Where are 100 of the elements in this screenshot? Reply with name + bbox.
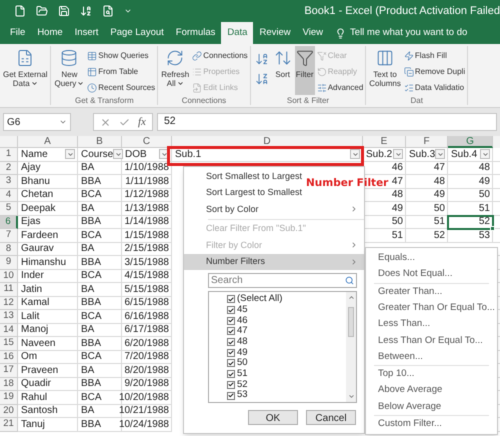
value-option[interactable]: 46	[227, 315, 346, 326]
dialog-button[interactable]: Cancel	[306, 410, 356, 425]
menu-item[interactable]: Number Filters	[184, 254, 364, 270]
row-header[interactable]: 4	[0, 188, 18, 202]
row-header[interactable]: 2	[0, 162, 18, 175]
ribbon-tab[interactable]: Insert	[68, 22, 104, 44]
caret-icon[interactable]	[124, 7, 132, 15]
row-header[interactable]: 21	[0, 418, 18, 432]
column-header[interactable]: B	[78, 136, 122, 148]
sort-descending-button[interactable]	[254, 72, 269, 86]
ribbon-tab[interactable]: Formulas	[170, 22, 222, 44]
ribbon-button[interactable]: Sort	[272, 46, 293, 95]
ribbon-button[interactable]: Filter	[294, 46, 315, 95]
filter-dropdown-button[interactable]	[65, 149, 75, 160]
row-header[interactable]: 5	[0, 202, 18, 216]
ribbon-button[interactable]: Show Queries	[87, 49, 156, 63]
value-option[interactable]: 47	[227, 326, 346, 337]
row-header[interactable]: 20	[0, 404, 18, 418]
filter-dropdown-button[interactable]	[435, 149, 446, 160]
ribbon-button[interactable]: From Table	[87, 65, 156, 79]
filter-dropdown-button[interactable]	[350, 149, 360, 160]
menu-item[interactable]: Greater Than Or Equal To...	[366, 300, 497, 316]
row-header[interactable]: 13	[0, 310, 18, 324]
row-header[interactable]: 10	[0, 270, 18, 283]
row-header[interactable]: 16	[0, 350, 18, 364]
dialog-button[interactable]: OK	[248, 410, 298, 425]
column-header[interactable]: C	[122, 136, 172, 148]
value-option[interactable]: 53	[227, 390, 346, 401]
column-header[interactable]: E	[363, 136, 406, 148]
row-header[interactable]: 17	[0, 364, 18, 378]
ribbon-tab[interactable]: Home	[31, 22, 69, 44]
menu-item[interactable]: Between...	[366, 348, 497, 366]
ribbon-button[interactable]: Remove Dupli	[404, 65, 466, 79]
search-icon[interactable]	[345, 276, 354, 285]
menu-item[interactable]: Sort by Color	[184, 201, 364, 218]
new-file-icon[interactable]	[14, 5, 26, 17]
menu-item[interactable]: Equals...	[366, 250, 497, 266]
row-header[interactable]: 15	[0, 337, 18, 350]
ribbon-button[interactable]: New Query	[53, 46, 86, 95]
filter-dropdown-button[interactable]	[393, 149, 403, 160]
ribbon-button[interactable]: Connections	[192, 49, 248, 63]
filter-dropdown-button[interactable]	[480, 149, 490, 160]
menu-item[interactable]: Below Average	[366, 398, 497, 415]
fill-handle[interactable]	[490, 226, 495, 231]
filter-dropdown-button[interactable]	[113, 149, 124, 160]
scroll-down-icon[interactable]	[348, 393, 354, 400]
column-header[interactable]: G	[448, 136, 493, 148]
sort-ascending-button[interactable]	[254, 52, 269, 66]
menu-item[interactable]: Does Not Equal...	[366, 266, 497, 283]
row-header[interactable]: 1	[0, 148, 18, 162]
menu-item[interactable]: Less Than...	[366, 316, 497, 332]
row-header[interactable]: 11	[0, 283, 18, 296]
menu-item[interactable]: Greater Than...	[366, 284, 497, 300]
ribbon-tab[interactable]: Review	[253, 22, 297, 44]
sort-icon[interactable]	[80, 5, 92, 17]
ribbon-button[interactable]: Text to Columns	[368, 46, 402, 95]
cancel-icon[interactable]	[100, 116, 111, 128]
insert-function-button[interactable]: fx	[138, 114, 146, 130]
name-box[interactable]: G6	[3, 113, 71, 131]
ribbon-button[interactable]: Refresh All	[160, 46, 190, 95]
ribbon-button[interactable]: Data Validatio	[404, 81, 466, 95]
value-option[interactable]: (Select All)	[227, 294, 346, 305]
ribbon-button[interactable]: Get External Data	[2, 46, 48, 105]
menu-item[interactable]: Above Average	[366, 382, 497, 399]
ribbon-tab[interactable]: Data	[221, 22, 254, 44]
tell-me-field[interactable]: Tell me what you want to do	[335, 22, 468, 44]
menu-item[interactable]: Top 10...	[366, 366, 497, 382]
menu-item[interactable]: Less Than Or Equal To...	[366, 332, 497, 349]
value-option[interactable]: 49	[227, 347, 346, 358]
row-header[interactable]: 9	[0, 256, 18, 270]
value-option[interactable]: 50	[227, 358, 346, 369]
row-header[interactable]: 19	[0, 391, 18, 404]
ribbon-tab[interactable]: Page Layout	[104, 22, 170, 44]
value-option[interactable]: 51	[227, 368, 346, 380]
row-header[interactable]: 14	[0, 324, 18, 337]
menu-item[interactable]: Sort Largest to Smallest	[184, 184, 308, 201]
open-folder-icon[interactable]	[36, 5, 48, 17]
value-option[interactable]: 48	[227, 336, 346, 348]
row-header[interactable]: 18	[0, 378, 18, 391]
row-header[interactable]: 3	[0, 175, 18, 188]
value-option[interactable]: 52	[227, 380, 346, 390]
save-icon[interactable]	[58, 5, 70, 17]
formula-field[interactable]: 52	[156, 113, 497, 131]
print-preview-icon[interactable]	[102, 5, 114, 17]
column-header[interactable]: D	[172, 136, 363, 148]
row-header[interactable]: 8	[0, 242, 18, 256]
ribbon-tab[interactable]: View	[296, 22, 330, 44]
value-option[interactable]: 45	[227, 304, 346, 316]
ribbon-tab[interactable]: File	[4, 22, 32, 44]
menu-item[interactable]: Sort Smallest to Largest	[184, 168, 308, 184]
scroll-up-icon[interactable]	[348, 294, 354, 301]
enter-icon[interactable]	[119, 116, 130, 128]
column-header[interactable]: A	[18, 136, 78, 148]
row-header[interactable]: 6	[0, 216, 18, 229]
search-field[interactable]: Search	[208, 273, 357, 288]
menu-item[interactable]: Custom Filter...	[366, 416, 497, 432]
row-header[interactable]: 12	[0, 296, 18, 310]
scrollbar[interactable]	[346, 292, 356, 402]
ribbon-button[interactable]: Flash Fill	[404, 49, 466, 63]
row-header[interactable]: 7	[0, 229, 18, 242]
